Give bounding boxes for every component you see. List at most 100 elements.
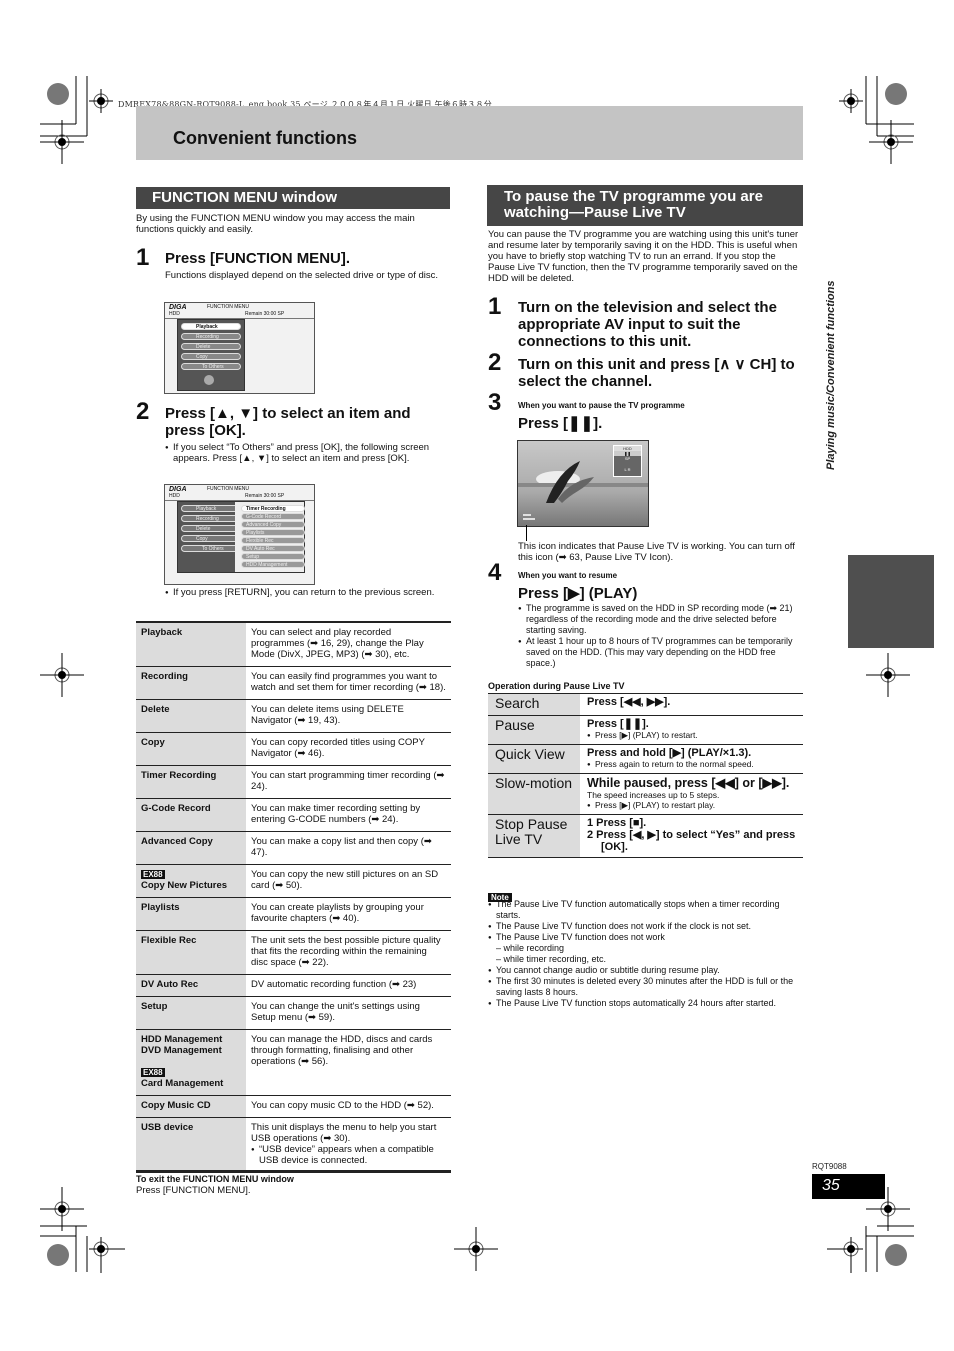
callout-line: [526, 525, 527, 541]
exit-description: Press [FUNCTION MENU].: [136, 1185, 251, 1196]
step-description: Functions displayed depend on the select…: [165, 270, 439, 281]
brand-logo: DIGA: [169, 486, 187, 493]
function-name: Recording: [136, 666, 246, 700]
submenu-panel: Timer Recording G-Code Record Advanced C…: [235, 502, 305, 572]
chapter-side-label: Playing music/Convenient functions: [825, 280, 837, 470]
menu-item[interactable]: Delete: [181, 525, 241, 532]
step-bullets: The programme is saved on the HDD in SP …: [518, 603, 803, 669]
step-number: 3: [488, 389, 502, 416]
table-row: HDD Management DVD Management EX88 Card Man…: [136, 1029, 451, 1096]
menu-item[interactable]: Playback: [181, 323, 241, 330]
function-name: G-Code Record: [136, 798, 246, 832]
menu-item[interactable]: Recording: [181, 333, 241, 340]
function-name: DV Auto Rec: [136, 974, 246, 997]
screen-header: DIGA FUNCTION MENU HDD Remain 30:00 SP: [165, 303, 314, 319]
menu-item[interactable]: Delete: [181, 343, 241, 350]
function-description: You can delete items using DELETE Naviga…: [246, 699, 451, 733]
function-description: You can start programming timer recordin…: [246, 765, 451, 799]
menu-item[interactable]: Copy: [181, 535, 241, 542]
operation-instruction: Press [❚❚].Press [▶] (PLAY) to restart.: [580, 715, 803, 745]
table-row: Copy Music CD You can copy music CD to th…: [136, 1095, 451, 1118]
function-description: You can copy music CD to the HDD (➡ 52).: [246, 1095, 451, 1118]
note-item: – while recording: [496, 943, 565, 953]
function-table: Playback You can select and play recorded…: [136, 621, 451, 1173]
function-menu-intro: By using the FUNCTION MENU window you ma…: [136, 213, 415, 235]
function-name: Playlists: [136, 897, 246, 931]
table-row: Advanced Copy You can make a copy list an…: [136, 831, 451, 865]
operation-row: Search Press [◀◀, ▶▶].: [488, 693, 803, 716]
menu-item[interactable]: To Others: [181, 545, 241, 552]
page-title: Convenient functions: [173, 128, 357, 148]
note-item: The first 30 minutes is deleted every 30…: [488, 976, 803, 998]
screen-header: DIGA FUNCTION MENU HDD Remain 30:00 SP: [165, 485, 314, 501]
step-title: Press [❚❚].: [518, 415, 603, 432]
step-title: Press [FUNCTION MENU].: [165, 250, 351, 267]
function-menu-screen: DIGA FUNCTION MENU HDD Remain 30:00 SP P…: [164, 302, 315, 394]
function-name: Timer Recording: [136, 765, 246, 799]
submenu-item[interactable]: Playlists: [241, 529, 305, 536]
function-name: Flexible Rec: [136, 930, 246, 975]
exit-heading: To exit the FUNCTION MENU window: [136, 1174, 294, 1184]
step-title: Press [▶] (PLAY): [518, 585, 638, 602]
menu-item[interactable]: To Others: [181, 363, 241, 370]
menu-item[interactable]: Copy: [181, 353, 241, 360]
operation-name: Quick View: [488, 744, 580, 774]
divider: [136, 1170, 451, 1172]
function-name: Copy Music CD: [136, 1095, 246, 1118]
function-description: The unit sets the best possible picture …: [246, 930, 451, 975]
table-row: Timer Recording You can start programming…: [136, 765, 451, 799]
ok-return-icon: [204, 375, 214, 385]
table-row: G-Code Record You can make timer recordin…: [136, 798, 451, 832]
submenu-item[interactable]: Advanced Copy: [241, 521, 305, 528]
table-row: EX88 Copy New Pictures You can copy the ne…: [136, 864, 451, 898]
function-name: HDD Management DVD Management EX88 Card Man…: [136, 1029, 246, 1096]
step-title: Press [▲, ▼] to select an item and press…: [165, 405, 411, 439]
notes-list: The Pause Live TV function automatically…: [488, 899, 803, 1010]
function-description: You can manage the HDD, discs and cards …: [246, 1029, 451, 1096]
submenu-item[interactable]: G-Code Record: [241, 513, 305, 520]
operation-name: Pause: [488, 715, 580, 745]
submenu-item[interactable]: HDD Management: [241, 561, 305, 568]
operation-instruction: While paused, press [◀◀] or [▶▶]. The spe…: [580, 773, 803, 815]
operation-name: Search: [488, 693, 580, 716]
note-item: – while timer recording, etc.: [496, 954, 607, 964]
table-row: Delete You can delete items using DELETE …: [136, 699, 451, 733]
screen-label: FUNCTION MENU: [207, 486, 249, 492]
function-description: This unit displays the menu to help you …: [246, 1117, 451, 1173]
submenu-item[interactable]: Flexible Rec: [241, 537, 305, 544]
function-description: You can easily find programmes you want …: [246, 666, 451, 700]
table-row: DV Auto Rec DV automatic recording functi…: [136, 974, 451, 997]
submenu-item[interactable]: Setup: [241, 553, 305, 560]
submenu-item[interactable]: DV Auto Rec: [241, 545, 305, 552]
operations-heading: Operation during Pause Live TV: [488, 681, 625, 691]
operation-row: Slow-motion While paused, press [◀◀] or […: [488, 773, 803, 815]
menu-item[interactable]: Playback: [181, 505, 241, 512]
operation-instruction: Press [◀◀, ▶▶].: [580, 693, 803, 716]
table-row: Playback You can select and play recorded…: [136, 621, 451, 667]
remain-label: Remain 30:00 SP: [245, 311, 285, 317]
page-number-box: 35: [812, 1174, 885, 1199]
drive-label: HDD: [169, 493, 180, 499]
model-badge: EX88: [141, 1068, 165, 1077]
step-precondition: When you want to pause the TV programme: [518, 401, 685, 410]
table-row: Flexible Rec The unit sets the best possi…: [136, 930, 451, 975]
operation-name: Slow-motion: [488, 773, 580, 815]
function-description: You can select and play recorded program…: [246, 621, 451, 667]
step-number: 1: [488, 293, 502, 320]
function-name: EX88 Copy New Pictures: [136, 864, 246, 898]
step-title: Turn on the television and select the ap…: [518, 299, 777, 350]
operation-row: Quick View Press and hold [▶] (PLAY/×1.3)…: [488, 744, 803, 774]
operation-instruction: Press and hold [▶] (PLAY/×1.3).Press aga…: [580, 744, 803, 774]
menu-item[interactable]: Recording: [181, 515, 241, 522]
menu-panel: Playback Recording Delete Copy To Others: [177, 319, 245, 391]
step-number: 2: [136, 398, 150, 425]
bullet: If you select “To Others” and press [OK]…: [165, 442, 450, 464]
step-number: 2: [488, 349, 502, 376]
function-description: You can change the unit's settings using…: [246, 996, 451, 1030]
model-badge: EX88: [141, 870, 165, 879]
submenu-item[interactable]: Timer Recording: [241, 505, 305, 512]
return-note: If you press [RETURN], you can return to…: [165, 587, 450, 599]
table-row: Copy You can copy recorded titles using C…: [136, 732, 451, 766]
function-description: DV automatic recording function (➡ 23): [246, 974, 451, 997]
note-item: The Pause Live TV function does not work: [488, 932, 803, 944]
